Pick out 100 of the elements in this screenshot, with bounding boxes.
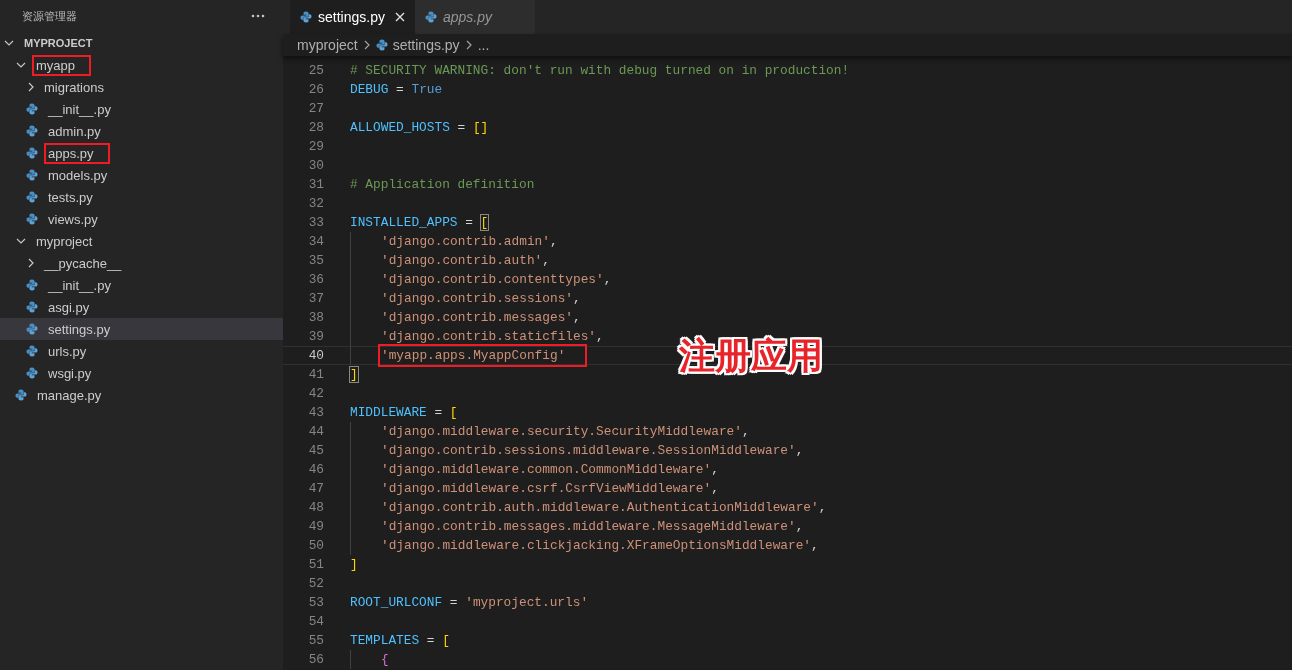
tree-item[interactable]: apps.py bbox=[0, 142, 283, 164]
chevron-down-icon bbox=[4, 40, 14, 46]
python-file-icon bbox=[300, 11, 312, 23]
python-file-icon bbox=[26, 191, 38, 203]
tree-item[interactable]: wsgi.py bbox=[0, 362, 283, 384]
tree-item[interactable]: settings.py bbox=[0, 318, 283, 340]
close-icon[interactable] bbox=[394, 12, 405, 22]
code-line: 'django.contrib.sessions', bbox=[380, 290, 582, 308]
editor-tab[interactable]: apps.py bbox=[414, 0, 535, 34]
tree-item-label: settings.py bbox=[47, 320, 112, 339]
tree-item-label: models.py bbox=[47, 166, 109, 185]
python-file-icon bbox=[26, 125, 38, 137]
more-icon[interactable] bbox=[251, 14, 265, 18]
line-number: 25 bbox=[307, 63, 324, 78]
tree-item-label: apps.py bbox=[44, 142, 110, 164]
line-number: 47 bbox=[307, 481, 324, 496]
tree-item[interactable]: asgi.py bbox=[0, 296, 283, 318]
chevron-right-icon bbox=[465, 40, 472, 50]
python-file-icon bbox=[26, 301, 38, 313]
line-number: 42 bbox=[307, 386, 324, 401]
chevron-down-icon bbox=[16, 238, 26, 244]
chevron-right-icon bbox=[28, 258, 34, 268]
tree-item-label: __pycache__ bbox=[42, 254, 123, 273]
python-file-icon bbox=[424, 11, 437, 23]
chevron-right-icon bbox=[28, 82, 34, 92]
python-file-icon bbox=[26, 279, 38, 291]
line-number: 56 bbox=[307, 652, 324, 667]
tree-item-label: __init__.py bbox=[46, 276, 112, 295]
tree-item-label: tests.py bbox=[47, 188, 94, 207]
line-number: 35 bbox=[307, 253, 324, 268]
line-number: 50 bbox=[307, 538, 324, 553]
line-number: 33 bbox=[307, 215, 324, 230]
tree-item[interactable]: admin.py bbox=[0, 120, 283, 142]
code-line: 'django.contrib.messages.middleware.MessageMiddleware', bbox=[380, 518, 805, 536]
code-line: 'django.contrib.staticfiles', bbox=[380, 328, 605, 346]
code-line: ROOT_URLCONF = 'myproject.urls' bbox=[349, 594, 590, 612]
tree-item-label: myapp bbox=[32, 54, 92, 76]
tab-label: settings.py bbox=[318, 9, 385, 25]
line-number: 53 bbox=[307, 595, 324, 610]
line-number: 26 bbox=[307, 82, 324, 97]
tree-item[interactable]: migrations bbox=[0, 76, 283, 98]
tree-item[interactable]: myproject bbox=[0, 230, 283, 252]
code-line: 'django.middleware.clickjacking.XFrameOptionsMiddleware', bbox=[380, 537, 820, 555]
chevron-right-icon bbox=[363, 40, 370, 50]
python-file-icon bbox=[375, 39, 388, 51]
code-line: ] bbox=[349, 366, 359, 384]
code-line: # Application definition bbox=[349, 176, 536, 194]
tree-item[interactable]: views.py bbox=[0, 208, 283, 230]
code-line: 'django.contrib.messages', bbox=[380, 309, 582, 327]
code-line: 'django.contrib.contenttypes', bbox=[380, 271, 613, 289]
tree-item-label: __init__.py bbox=[46, 100, 112, 119]
tree-item-label: urls.py bbox=[47, 342, 88, 361]
line-number: 38 bbox=[307, 310, 324, 325]
editor-tab[interactable]: settings.py bbox=[290, 0, 415, 34]
line-number: 40 bbox=[307, 348, 324, 363]
tree-item-label: asgi.py bbox=[47, 298, 91, 317]
line-number: 49 bbox=[307, 519, 324, 534]
code-line: 'django.contrib.auth.middleware.AuthenticationMiddleware', bbox=[380, 499, 828, 517]
line-number: 48 bbox=[307, 500, 324, 515]
tree-item[interactable]: __pycache__ bbox=[0, 252, 283, 274]
code-line: ] bbox=[349, 556, 359, 574]
code-line: # SECURITY WARNING: don't run with debug turned on in production! bbox=[349, 62, 851, 80]
tree-item-label: manage.py bbox=[36, 386, 103, 405]
code-line: 'django.contrib.sessions.middleware.SessionMiddleware', bbox=[380, 442, 805, 460]
tree-item-label: MYPROJECT bbox=[23, 36, 94, 51]
python-file-icon bbox=[26, 345, 38, 357]
tree-item[interactable]: models.py bbox=[0, 164, 283, 186]
line-number: 43 bbox=[307, 405, 324, 420]
line-number: 54 bbox=[307, 614, 324, 629]
tree-item[interactable]: urls.py bbox=[0, 340, 283, 362]
python-file-icon bbox=[15, 389, 27, 401]
tab-label: apps.py bbox=[442, 9, 492, 25]
line-number: 27 bbox=[307, 101, 324, 116]
tree-item[interactable]: tests.py bbox=[0, 186, 283, 208]
code-line: 'django.contrib.auth', bbox=[380, 252, 551, 270]
python-file-icon bbox=[26, 103, 38, 115]
line-number: 51 bbox=[307, 557, 324, 572]
code-line: 'django.middleware.common.CommonMiddleware', bbox=[380, 461, 720, 479]
python-file-icon bbox=[26, 213, 38, 225]
line-number: 39 bbox=[307, 329, 324, 344]
breadcrumb[interactable]: myproject bbox=[297, 37, 358, 53]
line-number: 36 bbox=[307, 272, 324, 287]
python-file-icon bbox=[26, 323, 38, 335]
line-number: 41 bbox=[307, 367, 324, 382]
code-line: 'django.middleware.csrf.CsrfViewMiddleware', bbox=[380, 480, 720, 498]
tree-item-label: myproject bbox=[35, 232, 94, 251]
tree-item[interactable]: __init__.py bbox=[0, 98, 283, 120]
line-number: 29 bbox=[307, 139, 324, 154]
code-line: INSTALLED_APPS = [ bbox=[349, 214, 490, 232]
tree-item[interactable]: __init__.py bbox=[0, 274, 283, 296]
breadcrumb[interactable]: settings.py bbox=[375, 37, 460, 53]
tree-item[interactable]: manage.py bbox=[0, 384, 283, 406]
line-number: 44 bbox=[307, 424, 324, 439]
line-number: 34 bbox=[307, 234, 324, 249]
tree-item[interactable]: MYPROJECT bbox=[0, 32, 283, 54]
line-number: 31 bbox=[307, 177, 324, 192]
line-number: 46 bbox=[307, 462, 324, 477]
tree-item[interactable]: myapp bbox=[0, 54, 283, 76]
python-file-icon bbox=[26, 147, 38, 159]
breadcrumb[interactable]: ... bbox=[477, 37, 490, 53]
